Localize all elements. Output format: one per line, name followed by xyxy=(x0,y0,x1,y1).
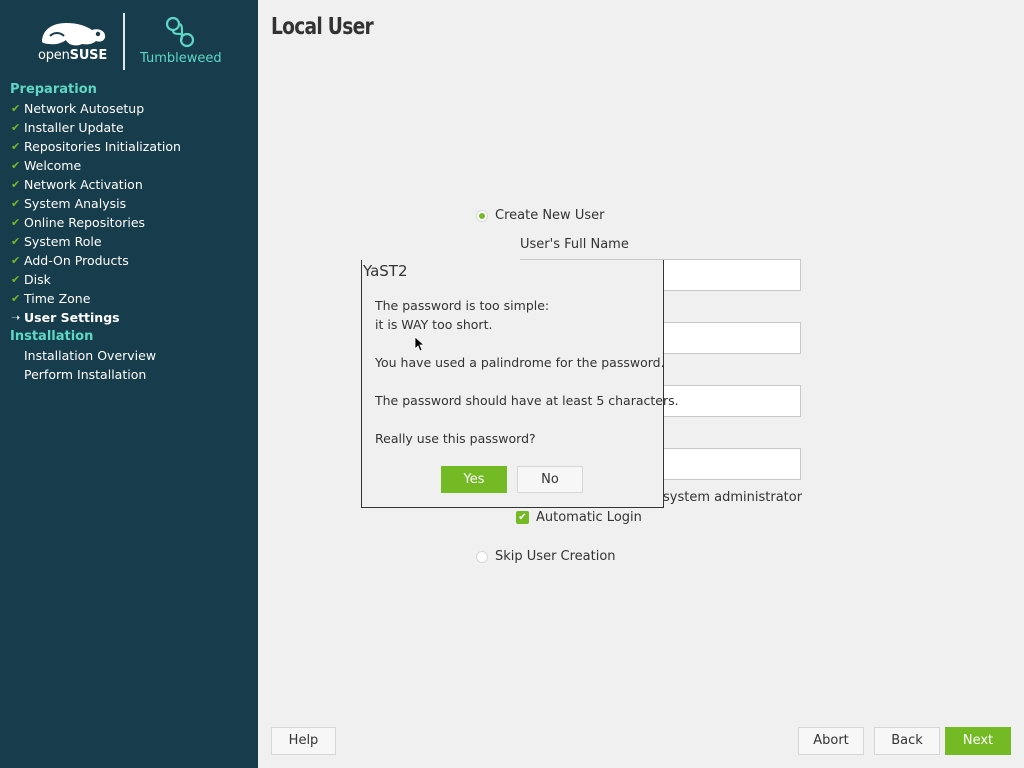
step-add-on-products: ✔ Add-On Products xyxy=(0,251,258,270)
checkmark-icon: ✔ xyxy=(11,178,21,191)
full-name-label: User's Full Name xyxy=(520,237,629,252)
auto-login-label[interactable]: Automatic Login xyxy=(536,510,642,525)
step-perform-installation: Perform Installation xyxy=(0,365,258,384)
step-user-settings: ➝ User Settings xyxy=(0,308,258,327)
no-button[interactable]: No xyxy=(517,466,583,493)
back-button[interactable]: Back xyxy=(874,727,940,755)
tumbleweed-wordmark: Tumbleweed xyxy=(140,51,222,66)
step-label: Network Autosetup xyxy=(24,101,145,116)
step-time-zone: ✔ Time Zone xyxy=(0,289,258,308)
step-label: Disk xyxy=(24,272,51,287)
dialog-message-line: The password is too simple: xyxy=(375,298,550,313)
logo-divider xyxy=(123,13,125,70)
checkmark-icon: ✔ xyxy=(11,292,21,305)
section-heading-preparation: Preparation xyxy=(10,82,97,97)
opensuse-wordmark: openSUSE xyxy=(38,48,108,63)
logo-area: openSUSE Tumbleweed xyxy=(0,0,258,80)
step-welcome: ✔ Welcome xyxy=(0,156,258,175)
tumbleweed-logo: Tumbleweed xyxy=(138,15,228,67)
checkmark-icon: ✔ xyxy=(11,197,21,210)
checkmark-icon: ✔ xyxy=(11,273,21,286)
step-label: Perform Installation xyxy=(24,367,147,382)
step-label: User Settings xyxy=(24,310,120,325)
step-label: Time Zone xyxy=(24,291,91,306)
step-network-activation: ✔ Network Activation xyxy=(0,175,258,194)
dialog-title: YaST2 xyxy=(363,262,408,280)
tumbleweed-icon xyxy=(165,16,195,48)
step-label: Add-On Products xyxy=(24,253,129,268)
dialog-message-line: The password should have at least 5 char… xyxy=(375,393,679,408)
step-online-repositories: ✔ Online Repositories xyxy=(0,213,258,232)
sidebar: openSUSE Tumbleweed Preparation ✔ Network… xyxy=(0,0,258,768)
help-button[interactable]: Help xyxy=(271,727,336,755)
yes-button[interactable]: Yes xyxy=(441,466,507,493)
checkmark-icon: ✔ xyxy=(11,216,21,229)
step-label: System Analysis xyxy=(24,196,127,211)
arrow-right-icon: ➝ xyxy=(11,311,21,324)
step-label: Welcome xyxy=(24,158,82,173)
next-button[interactable]: Next xyxy=(945,727,1011,755)
page-title: Local User xyxy=(271,14,374,40)
create-user-label[interactable]: Create New User xyxy=(495,208,604,223)
step-installation-overview: Installation Overview xyxy=(0,346,258,365)
step-repositories-initialization: ✔ Repositories Initialization xyxy=(0,137,258,156)
step-system-role: ✔ System Role xyxy=(0,232,258,251)
chameleon-icon xyxy=(42,23,106,46)
checkmark-icon: ✔ xyxy=(11,254,21,267)
mouse-cursor-icon xyxy=(414,336,424,352)
skip-user-radio[interactable] xyxy=(476,551,488,563)
password-warning-dialog: YaST2 The password is too simple: it is … xyxy=(361,260,679,508)
create-user-radio[interactable] xyxy=(476,210,488,222)
step-network-autosetup: ✔ Network Autosetup xyxy=(0,99,258,118)
dialog-question: Really use this password? xyxy=(375,431,536,446)
step-label: Repositories Initialization xyxy=(24,139,181,154)
checkmark-icon: ✔ xyxy=(11,140,21,153)
step-installer-update: ✔ Installer Update xyxy=(0,118,258,137)
checkmark-icon: ✔ xyxy=(11,121,21,134)
step-label: Online Repositories xyxy=(24,215,146,230)
step-label: Network Activation xyxy=(24,177,143,192)
checkmark-icon: ✔ xyxy=(11,159,21,172)
skip-user-label[interactable]: Skip User Creation xyxy=(495,549,616,564)
step-disk: ✔ Disk xyxy=(0,270,258,289)
step-label: System Role xyxy=(24,234,102,249)
installation-steps: Preparation ✔ Network Autosetup ✔ Installe… xyxy=(0,80,258,384)
step-label: Installation Overview xyxy=(24,348,157,363)
abort-button[interactable]: Abort xyxy=(798,727,864,755)
section-heading-installation: Installation xyxy=(10,329,94,344)
dialog-message-line: it is WAY too short. xyxy=(375,317,493,332)
auto-login-checkbox[interactable]: ✔ xyxy=(516,511,529,524)
checkmark-icon: ✔ xyxy=(11,235,21,248)
admin-checkbox-label[interactable]: system administrator xyxy=(663,490,802,505)
dialog-message-line: You have used a palindrome for the passw… xyxy=(375,355,665,370)
theme-toggle-icon[interactable] xyxy=(993,21,1007,35)
step-system-analysis: ✔ System Analysis xyxy=(0,194,258,213)
step-label: Installer Update xyxy=(24,120,124,135)
checkmark-icon: ✔ xyxy=(11,102,21,115)
opensuse-logo: openSUSE xyxy=(38,18,108,64)
